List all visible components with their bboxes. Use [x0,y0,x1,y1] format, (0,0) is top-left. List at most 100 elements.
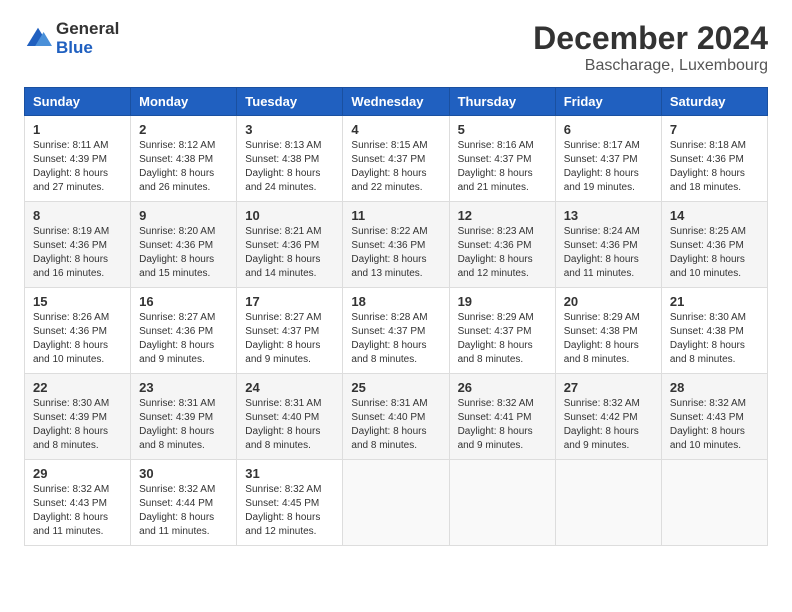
day-info: Sunrise: 8:15 AMSunset: 4:37 PMDaylight:… [351,139,440,195]
day-number: 3 [245,122,334,137]
day-info: Sunrise: 8:32 AMSunset: 4:41 PMDaylight:… [458,397,547,453]
calendar-cell: 25 Sunrise: 8:31 AMSunset: 4:40 PMDayligh… [343,374,449,460]
day-number: 23 [139,380,228,395]
col-header-friday: Friday [555,88,661,116]
logo-icon [24,25,52,53]
calendar-cell: 30 Sunrise: 8:32 AMSunset: 4:44 PMDayligh… [131,460,237,546]
day-info: Sunrise: 8:32 AMSunset: 4:42 PMDaylight:… [564,397,653,453]
calendar-cell: 22 Sunrise: 8:30 AMSunset: 4:39 PMDayligh… [25,374,131,460]
day-info: Sunrise: 8:27 AMSunset: 4:36 PMDaylight:… [139,311,228,367]
day-number: 21 [670,294,759,309]
col-header-sunday: Sunday [25,88,131,116]
calendar-cell [449,460,555,546]
day-number: 30 [139,466,228,481]
calendar-cell: 31 Sunrise: 8:32 AMSunset: 4:45 PMDayligh… [237,460,343,546]
calendar-week-row: 29 Sunrise: 8:32 AMSunset: 4:43 PMDayligh… [25,460,768,546]
day-number: 26 [458,380,547,395]
calendar-cell: 12Sunrise: 8:23 AMSunset: 4:36 PMDayligh… [449,202,555,288]
day-info: Sunrise: 8:29 AMSunset: 4:37 PMDaylight:… [458,311,547,367]
day-number: 31 [245,466,334,481]
calendar-cell: 28 Sunrise: 8:32 AMSunset: 4:43 PMDayligh… [661,374,767,460]
day-number: 19 [458,294,547,309]
day-number: 24 [245,380,334,395]
day-number: 28 [670,380,759,395]
calendar-cell: 20 Sunrise: 8:29 AMSunset: 4:38 PMDayligh… [555,288,661,374]
calendar-cell: 10 Sunrise: 8:21 AMSunset: 4:36 PMDayligh… [237,202,343,288]
day-number: 9 [139,208,228,223]
day-info: Sunrise: 8:13 AMSunset: 4:38 PMDaylight:… [245,139,334,195]
day-info: Sunrise: 8:18 AMSunset: 4:36 PMDaylight:… [670,139,759,195]
day-number: 22 [33,380,122,395]
day-number: 15 [33,294,122,309]
calendar-header-row: SundayMondayTuesdayWednesdayThursdayFrid… [25,88,768,116]
calendar-cell: 19 Sunrise: 8:29 AMSunset: 4:37 PMDayligh… [449,288,555,374]
calendar-cell: 23 Sunrise: 8:31 AMSunset: 4:39 PMDayligh… [131,374,237,460]
day-number: 8 [33,208,122,223]
day-info: Sunrise: 8:17 AMSunset: 4:37 PMDaylight:… [564,139,653,195]
day-info: Sunrise: 8:22 AMSunset: 4:36 PMDaylight:… [351,225,440,281]
day-info: Sunrise: 8:32 AMSunset: 4:43 PMDaylight:… [33,483,122,539]
day-number: 18 [351,294,440,309]
month-title: December 2024 [533,20,768,57]
calendar-cell: 21 Sunrise: 8:30 AMSunset: 4:38 PMDayligh… [661,288,767,374]
day-info: Sunrise: 8:31 AMSunset: 4:40 PMDaylight:… [351,397,440,453]
day-info: Sunrise: 8:32 AMSunset: 4:45 PMDaylight:… [245,483,334,539]
day-number: 13 [564,208,653,223]
calendar-cell: 1 Sunrise: 8:11 AMSunset: 4:39 PMDaylight… [25,116,131,202]
calendar-cell: 18 Sunrise: 8:28 AMSunset: 4:37 PMDayligh… [343,288,449,374]
day-number: 4 [351,122,440,137]
calendar-cell: 17 Sunrise: 8:27 AMSunset: 4:37 PMDayligh… [237,288,343,374]
calendar-week-row: 1 Sunrise: 8:11 AMSunset: 4:39 PMDaylight… [25,116,768,202]
calendar-cell: 26 Sunrise: 8:32 AMSunset: 4:41 PMDayligh… [449,374,555,460]
day-info: Sunrise: 8:31 AMSunset: 4:39 PMDaylight:… [139,397,228,453]
calendar-cell: 6 Sunrise: 8:17 AMSunset: 4:37 PMDaylight… [555,116,661,202]
day-number: 25 [351,380,440,395]
day-info: Sunrise: 8:28 AMSunset: 4:37 PMDaylight:… [351,311,440,367]
day-number: 6 [564,122,653,137]
calendar-cell: 2 Sunrise: 8:12 AMSunset: 4:38 PMDaylight… [131,116,237,202]
day-number: 29 [33,466,122,481]
day-info: Sunrise: 8:30 AMSunset: 4:39 PMDaylight:… [33,397,122,453]
calendar-cell: 3 Sunrise: 8:13 AMSunset: 4:38 PMDaylight… [237,116,343,202]
day-number: 10 [245,208,334,223]
calendar-table: SundayMondayTuesdayWednesdayThursdayFrid… [24,87,768,546]
col-header-thursday: Thursday [449,88,555,116]
day-info: Sunrise: 8:12 AMSunset: 4:38 PMDaylight:… [139,139,228,195]
calendar-cell: 13Sunrise: 8:24 AMSunset: 4:36 PMDayligh… [555,202,661,288]
day-info: Sunrise: 8:32 AMSunset: 4:44 PMDaylight:… [139,483,228,539]
calendar-cell: 15Sunrise: 8:26 AMSunset: 4:36 PMDayligh… [25,288,131,374]
calendar-cell: 27 Sunrise: 8:32 AMSunset: 4:42 PMDayligh… [555,374,661,460]
day-number: 17 [245,294,334,309]
day-number: 27 [564,380,653,395]
col-header-monday: Monday [131,88,237,116]
day-info: Sunrise: 8:30 AMSunset: 4:38 PMDaylight:… [670,311,759,367]
day-info: Sunrise: 8:29 AMSunset: 4:38 PMDaylight:… [564,311,653,367]
day-number: 1 [33,122,122,137]
col-header-saturday: Saturday [661,88,767,116]
calendar-cell [555,460,661,546]
calendar-cell: 11Sunrise: 8:22 AMSunset: 4:36 PMDayligh… [343,202,449,288]
calendar-week-row: 15Sunrise: 8:26 AMSunset: 4:36 PMDayligh… [25,288,768,374]
day-number: 20 [564,294,653,309]
day-info: Sunrise: 8:16 AMSunset: 4:37 PMDaylight:… [458,139,547,195]
location-title: Bascharage, Luxembourg [533,57,768,75]
calendar-cell: 8 Sunrise: 8:19 AMSunset: 4:36 PMDaylight… [25,202,131,288]
day-info: Sunrise: 8:19 AMSunset: 4:36 PMDaylight:… [33,225,122,281]
day-number: 5 [458,122,547,137]
day-info: Sunrise: 8:23 AMSunset: 4:36 PMDaylight:… [458,225,547,281]
title-area: December 2024 Bascharage, Luxembourg [533,20,768,75]
day-info: Sunrise: 8:32 AMSunset: 4:43 PMDaylight:… [670,397,759,453]
day-number: 14 [670,208,759,223]
calendar-week-row: 8 Sunrise: 8:19 AMSunset: 4:36 PMDaylight… [25,202,768,288]
day-info: Sunrise: 8:11 AMSunset: 4:39 PMDaylight:… [33,139,122,195]
day-number: 7 [670,122,759,137]
calendar-cell: 4 Sunrise: 8:15 AMSunset: 4:37 PMDaylight… [343,116,449,202]
day-info: Sunrise: 8:27 AMSunset: 4:37 PMDaylight:… [245,311,334,367]
day-number: 2 [139,122,228,137]
calendar-cell: 7 Sunrise: 8:18 AMSunset: 4:36 PMDaylight… [661,116,767,202]
logo-general-text: General [56,20,119,39]
calendar-cell: 9Sunrise: 8:20 AMSunset: 4:36 PMDaylight… [131,202,237,288]
calendar-week-row: 22 Sunrise: 8:30 AMSunset: 4:39 PMDayligh… [25,374,768,460]
calendar-cell: 16Sunrise: 8:27 AMSunset: 4:36 PMDayligh… [131,288,237,374]
day-info: Sunrise: 8:21 AMSunset: 4:36 PMDaylight:… [245,225,334,281]
